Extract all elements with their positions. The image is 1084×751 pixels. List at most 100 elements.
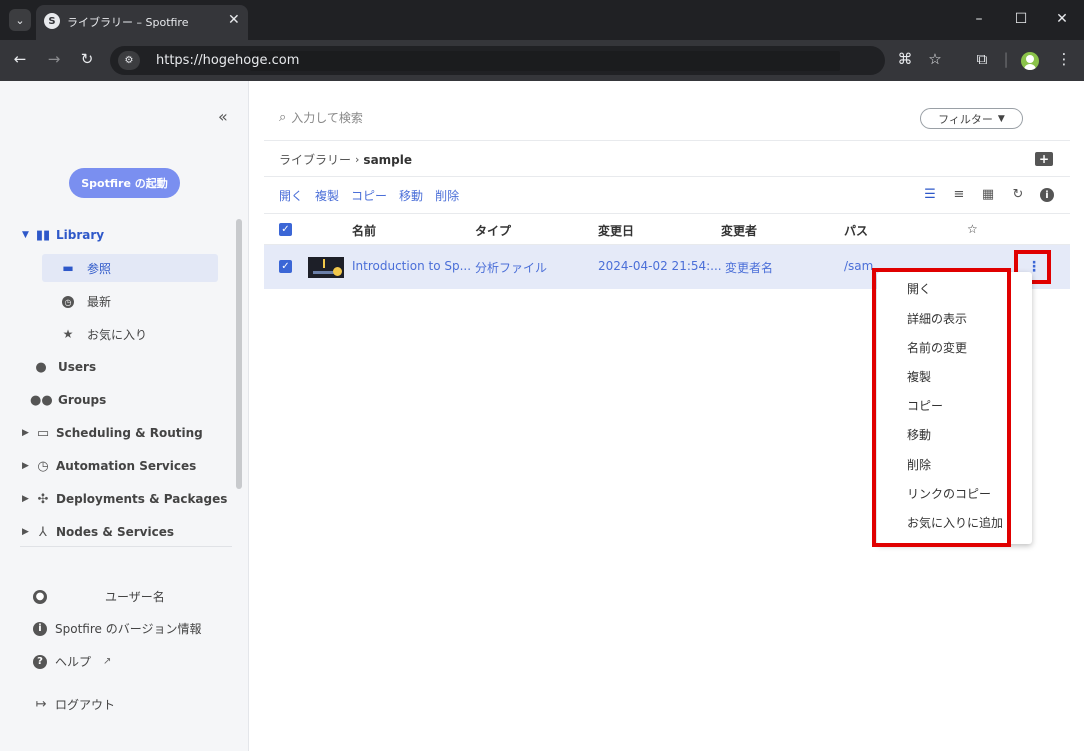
reload-icon[interactable]: ↻ [77, 50, 97, 68]
minimize-icon[interactable]: – [969, 11, 989, 27]
launch-spotfire-button[interactable]: Spotfire の起動 [69, 168, 180, 198]
toolbar-divider: | [1003, 50, 1009, 68]
nodes-icon: ⅄ [39, 524, 47, 540]
list-view-icon[interactable]: ≡ [951, 187, 967, 203]
url-text[interactable]: https://hogehoge.com [156, 53, 299, 68]
sidebar-divider [20, 546, 232, 547]
logout-link[interactable]: ↦ ログアウト [33, 696, 115, 713]
sidebar-item-nodes[interactable]: ▶ ⅄ Nodes & Services [22, 518, 174, 546]
sidebar-item-label: Nodes & Services [56, 525, 175, 539]
caret-right-icon: ▶ [22, 527, 29, 537]
logout-label: ログアウト [55, 698, 116, 712]
book-icon: ▮▮ [35, 227, 51, 243]
version-info-label: Spotfire のバージョン情報 [55, 622, 202, 636]
info-icon[interactable]: i [1040, 188, 1054, 202]
collapse-sidebar-icon[interactable]: « [218, 107, 228, 126]
column-header-modified-by[interactable]: 変更者 [721, 222, 757, 239]
grid-view-icon[interactable]: ▦ [980, 187, 996, 203]
user-menu[interactable]: ● ユーザー名 [33, 588, 165, 605]
sidebar-item-label: Users [58, 360, 97, 374]
sidebar: « Spotfire の起動 ▼ ▮▮ Library ▬ 参照 ◷ 最新 ★ … [0, 81, 249, 751]
column-header-modified[interactable]: 変更日 [598, 222, 634, 239]
tab-close-icon[interactable]: ✕ [228, 12, 240, 28]
info-icon: i [33, 621, 47, 636]
caret-down-icon: ▼ [22, 230, 29, 240]
forward-icon[interactable]: → [44, 50, 64, 68]
folder-open-icon: ▬ [62, 261, 74, 275]
select-all-checkbox[interactable]: ✓ [279, 223, 292, 236]
cell-name[interactable]: Introduction to Sp... [352, 259, 471, 273]
search-input[interactable]: 入力して検索 [291, 109, 363, 126]
column-header-path[interactable]: パス [844, 222, 868, 239]
sidebar-scrollbar[interactable] [236, 219, 242, 489]
cell-modified-by: 変更者名 [725, 261, 774, 275]
calendar-icon: ▭ [36, 425, 50, 441]
window-close-icon[interactable]: ✕ [1052, 11, 1072, 27]
sidebar-item-favorites[interactable]: ★ お気に入り [42, 320, 218, 348]
detail-view-icon[interactable]: ☰ [922, 187, 938, 203]
chevron-right-icon: › [355, 153, 360, 166]
breadcrumb-root[interactable]: ライブラリー [279, 151, 351, 168]
sidebar-item-recent[interactable]: ◷ 最新 [42, 287, 218, 315]
browser-tab[interactable]: S ライブラリー – Spotfire ✕ [36, 5, 248, 40]
maximize-icon[interactable]: ☐ [1011, 11, 1031, 27]
action-move[interactable]: 移動 [399, 187, 423, 204]
divider [264, 213, 1070, 214]
thumbnail-detail [323, 259, 325, 268]
action-copy[interactable]: コピー [351, 187, 387, 204]
caret-right-icon: ▶ [22, 461, 29, 471]
cell-modified: 2024-04-02 21:54:... [598, 259, 722, 273]
site-info-icon[interactable]: ⚙ [118, 51, 140, 70]
sidebar-item-deployments[interactable]: ▶ ✣ Deployments & Packages [22, 485, 227, 513]
highlight-box-menu [872, 268, 1011, 547]
breadcrumb: ライブラリー › sample [279, 151, 412, 168]
browser-tabbar: ⌄ S ライブラリー – Spotfire ✕ – ☐ ✕ [0, 0, 1084, 40]
deployments-icon: ✣ [37, 491, 49, 507]
logout-icon: ↦ [35, 696, 47, 712]
back-icon[interactable]: ← [10, 50, 30, 68]
address-bar[interactable]: ⚙ https://hogehoge.com [110, 46, 885, 75]
sidebar-item-groups[interactable]: ●● Groups [30, 386, 106, 414]
sidebar-item-label: Deployments & Packages [56, 492, 228, 506]
sidebar-item-users[interactable]: ● Users [30, 353, 96, 381]
column-header-favorite[interactable]: ☆ [967, 222, 978, 236]
help-icon: ? [33, 654, 47, 669]
sidebar-item-library[interactable]: ▼ ▮▮ Library [22, 221, 104, 249]
row-checkbox[interactable]: ✓ [279, 260, 292, 273]
breadcrumb-current: sample [363, 152, 413, 167]
action-duplicate[interactable]: 複製 [315, 187, 339, 204]
version-info-link[interactable]: i Spotfire のバージョン情報 [33, 620, 201, 637]
cell-type: 分析ファイル [475, 261, 548, 275]
clock-icon: ◷ [57, 294, 79, 309]
translate-icon[interactable]: ⌘ [895, 50, 915, 68]
sidebar-item-scheduling[interactable]: ▶ ▭ Scheduling & Routing [22, 419, 203, 447]
sidebar-item-label: Library [56, 228, 105, 242]
thumbnail-detail [333, 267, 342, 276]
sidebar-item-browse[interactable]: ▬ 参照 [42, 254, 218, 282]
sidebar-item-automation[interactable]: ▶ ◷ Automation Services [22, 452, 196, 480]
refresh-icon[interactable]: ↻ [1010, 187, 1026, 203]
filter-button[interactable]: フィルター ▼ [920, 108, 1023, 129]
new-folder-icon[interactable]: + [1035, 152, 1053, 166]
group-icon: ●● [30, 392, 53, 408]
search-bar[interactable]: ⌕ 入力して検索 [279, 109, 363, 126]
sidebar-item-label: 参照 [87, 261, 112, 276]
divider [264, 176, 1070, 177]
profile-avatar-icon[interactable] [1021, 52, 1039, 70]
action-open[interactable]: 開く [279, 187, 303, 204]
help-label: ヘルプ [55, 655, 92, 669]
cell-path: /sam [844, 259, 874, 273]
help-link[interactable]: ? ヘルプ ↗ [33, 653, 111, 670]
sidebar-item-label: Automation Services [56, 459, 197, 473]
browser-menu-icon[interactable]: ⋮ [1054, 50, 1074, 68]
column-header-name[interactable]: 名前 [352, 222, 376, 239]
action-bar: 開く 複製 コピー 移動 削除 [279, 187, 459, 204]
column-header-type[interactable]: タイプ [475, 222, 511, 239]
tab-search-dropdown-icon[interactable]: ⌄ [9, 9, 31, 31]
action-delete[interactable]: 削除 [435, 187, 459, 204]
search-icon: ⌕ [279, 110, 287, 125]
bookmark-star-icon[interactable]: ☆ [925, 50, 945, 68]
caret-right-icon: ▶ [22, 494, 29, 504]
star-icon: ★ [62, 327, 74, 341]
extensions-icon[interactable]: ⧉ [972, 50, 992, 68]
